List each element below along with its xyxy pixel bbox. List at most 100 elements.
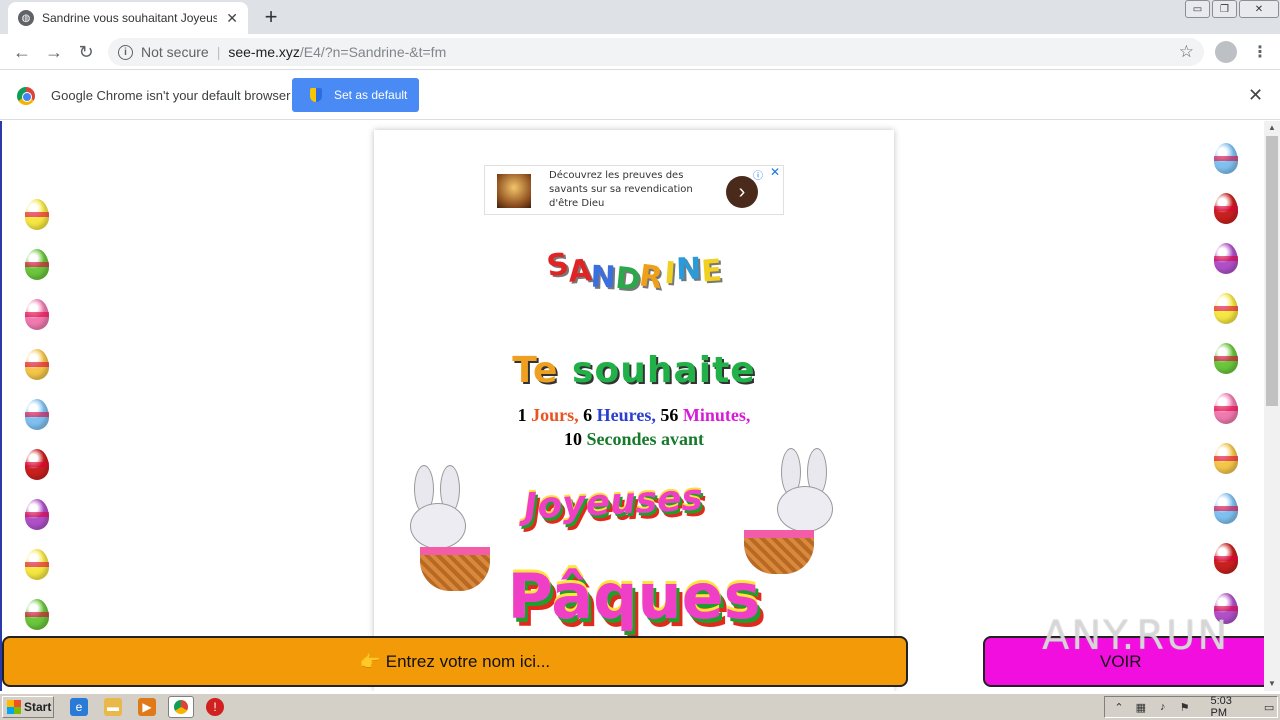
chrome-taskbar-icon[interactable]	[168, 696, 194, 718]
info-icon[interactable]: i	[118, 44, 133, 60]
chrome-logo-icon	[17, 87, 35, 105]
ad-info-icon[interactable]: ⓘ	[753, 167, 763, 182]
easter-egg-icon	[25, 499, 49, 530]
souhaite-heading: Te souhaite	[374, 350, 894, 391]
ad-close-icon[interactable]: ✕	[770, 165, 780, 179]
browser-tab[interactable]: ◍ Sandrine vous souhaitant Joyeuses Pâqu…	[8, 2, 248, 34]
security-label: Not secure	[141, 44, 209, 60]
url-separator: |	[216, 44, 221, 60]
back-button[interactable]: ←	[10, 40, 34, 64]
recipient-name: SANDRINE	[374, 246, 894, 298]
page-scrollbar[interactable]: ▲ ▼	[1264, 121, 1280, 691]
greeting-card: Découvrez les preuves des savants sur sa…	[374, 130, 894, 691]
countdown-text: 1 Jours, 6 Heures, 56 Minutes, 10 Second…	[374, 403, 894, 451]
easter-egg-icon	[1214, 543, 1238, 574]
countdown-minutes-label: Minutes,	[682, 405, 751, 425]
easter-egg-icon	[1214, 193, 1238, 224]
countdown-minutes: 56	[660, 405, 679, 425]
window-close-icon[interactable]: ✕	[1239, 0, 1279, 18]
name-entry-bar[interactable]: 👉 Entrez votre nom ici...	[2, 636, 908, 687]
name-letter: A	[567, 253, 594, 290]
scroll-down-icon[interactable]: ▼	[1264, 677, 1280, 691]
url-path: /E4/?n=Sandrine-&t=fm	[299, 44, 447, 60]
show-desktop-icon[interactable]: ▭	[1261, 701, 1277, 714]
tab-title: Sandrine vous souhaitant Joyeuses Pâques	[42, 11, 217, 25]
easter-egg-icon	[25, 199, 49, 230]
ad-banner[interactable]: Découvrez les preuves des savants sur sa…	[484, 165, 784, 215]
minimize-icon[interactable]: ▭	[1185, 0, 1210, 18]
folder-icon[interactable]: ▬	[104, 698, 122, 716]
volume-icon[interactable]: ♪	[1155, 701, 1171, 713]
reload-button[interactable]: ↻	[74, 40, 98, 64]
bookmark-star-icon[interactable]: ☆	[1179, 42, 1194, 62]
start-button[interactable]: Start	[2, 696, 54, 718]
shield-icon	[310, 88, 322, 102]
scroll-up-icon[interactable]: ▲	[1264, 121, 1280, 135]
tab-strip: ◍ Sandrine vous souhaitant Joyeuses Pâqu…	[0, 0, 1280, 34]
tab-close-icon[interactable]: ✕	[226, 10, 238, 27]
countdown-hours-label: Heures,	[596, 405, 656, 425]
window-controls: ▭ ❐ ✕	[1183, 0, 1279, 18]
name-letter: N	[590, 259, 617, 296]
name-letter: E	[700, 253, 723, 290]
easter-egg-icon	[1214, 443, 1238, 474]
easter-egg-icon	[25, 299, 49, 330]
network-icon[interactable]: ▦	[1133, 701, 1149, 714]
name-letter: S	[544, 246, 571, 285]
system-tray: ⌃ ▦ ♪ ⚑ 5:03 PM ▭	[1104, 695, 1278, 719]
stop-icon[interactable]: !	[206, 698, 224, 716]
windows-taskbar: Start e ▬ ▶ ! ⌃ ▦ ♪ ⚑ 5:03 PM ▭	[0, 693, 1280, 720]
set-as-default-button[interactable]: Set as default	[292, 78, 419, 112]
ie-icon[interactable]: e	[70, 698, 88, 716]
easter-egg-icon	[1214, 243, 1238, 274]
infobar-close-icon[interactable]: ✕	[1248, 85, 1263, 106]
clock: 5:03 PM	[1210, 695, 1232, 719]
ad-image	[497, 174, 531, 208]
easter-egg-icon	[25, 599, 49, 630]
name-letter: N	[675, 251, 702, 288]
page-viewport: Découvrez les preuves des savants sur sa…	[0, 121, 1280, 691]
countdown-days-label: Jours,	[531, 405, 579, 425]
easter-egg-icon	[1214, 143, 1238, 174]
scroll-thumb[interactable]	[1266, 136, 1278, 406]
windows-logo-icon	[7, 700, 21, 714]
default-browser-infobar: Google Chrome isn't your default browser…	[0, 71, 1280, 120]
menu-icon[interactable]: ⋮	[1252, 42, 1268, 62]
start-label: Start	[24, 700, 52, 714]
globe-icon: ◍	[18, 10, 34, 26]
easter-egg-icon	[1214, 393, 1238, 424]
infobar-message: Google Chrome isn't your default browser	[51, 88, 291, 103]
easter-egg-icon	[1214, 493, 1238, 524]
name-letter: R	[637, 258, 666, 297]
new-tab-button[interactable]: +	[260, 4, 282, 30]
countdown-seconds: 10	[563, 429, 582, 449]
bunny-right-image	[744, 448, 854, 578]
countdown-seconds-label: Secondes avant	[586, 429, 704, 449]
souhaite-word-1: Te	[512, 350, 559, 391]
restore-icon[interactable]: ❐	[1212, 0, 1237, 18]
address-bar[interactable]: i Not secure | see-me.xyz /E4/?n=Sandrin…	[108, 38, 1204, 66]
media-player-icon[interactable]: ▶	[138, 698, 156, 716]
anyrun-watermark: ANY.RUN	[1042, 613, 1230, 659]
easter-egg-icon	[25, 249, 49, 280]
browser-toolbar: ← → ↻ i Not secure | see-me.xyz /E4/?n=S…	[0, 34, 1280, 70]
forward-button[interactable]: →	[42, 40, 66, 64]
easter-egg-icon	[25, 549, 49, 580]
url-host: see-me.xyz	[228, 44, 300, 60]
set-as-default-label: Set as default	[334, 88, 408, 102]
flag-icon[interactable]: ⚑	[1177, 701, 1193, 714]
souhaite-word-2: souhaite	[572, 350, 756, 391]
profile-avatar[interactable]	[1215, 41, 1237, 63]
countdown-days: 1	[517, 405, 527, 425]
easter-egg-icon	[25, 449, 49, 480]
easter-egg-icon	[25, 349, 49, 380]
paques-title: Pâques	[507, 560, 761, 633]
countdown-hours: 6	[583, 405, 593, 425]
ad-text: Découvrez les preuves des savants sur sa…	[549, 170, 693, 209]
tray-expand-icon[interactable]: ⌃	[1111, 701, 1127, 714]
easter-egg-icon	[1214, 293, 1238, 324]
easter-egg-icon	[25, 399, 49, 430]
name-letter: I	[662, 255, 677, 292]
joyeuses-title: Joyeuses	[523, 477, 704, 528]
easter-egg-icon	[1214, 343, 1238, 374]
